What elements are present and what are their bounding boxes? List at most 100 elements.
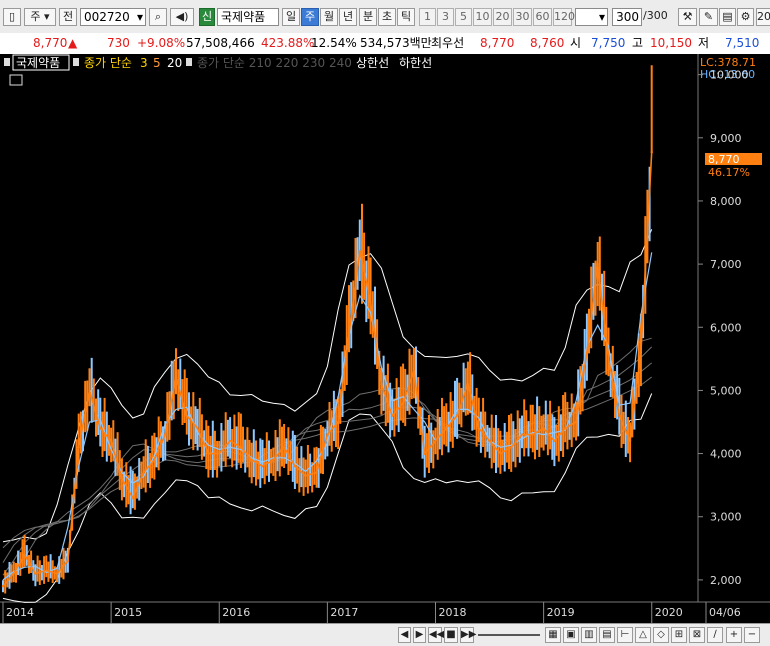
- close-price-point: [218, 452, 221, 455]
- y-tick-label: 4,000: [710, 448, 742, 461]
- x-tick-label: 2017: [330, 606, 358, 619]
- interval-10[interactable]: 10: [473, 8, 492, 26]
- period-icon[interactable]: ⊞: [671, 627, 687, 643]
- legend-stock-name: 국제약품: [16, 55, 60, 70]
- forward-button[interactable]: ▶▶: [460, 627, 476, 643]
- right-value[interactable]: 20: [756, 8, 770, 26]
- draw-icon[interactable]: ✎: [699, 8, 718, 26]
- close-price-point: [261, 465, 264, 468]
- scale-icon[interactable]: ◇: [653, 627, 669, 643]
- close-price-point: [423, 452, 426, 455]
- period-month-tab[interactable]: 월: [320, 8, 338, 26]
- close-price-point: [628, 439, 632, 443]
- close-price-point: [99, 427, 102, 430]
- legend-gray-marker-icon: [186, 58, 192, 66]
- compare-icon[interactable]: ▤: [599, 627, 615, 643]
- trend-icon[interactable]: ∕: [707, 627, 723, 643]
- rewind-button[interactable]: ◀◀: [428, 627, 444, 643]
- close-price-point: [466, 382, 470, 386]
- volume: 57,508,466: [186, 36, 255, 50]
- close-price-point: [434, 439, 437, 443]
- prev-button[interactable]: 전: [59, 8, 77, 26]
- y-tick-label: 3,000: [710, 511, 742, 524]
- close-price-point: [23, 553, 26, 556]
- scroll-track[interactable]: [478, 634, 540, 636]
- period-minute-tab[interactable]: 분: [359, 8, 377, 26]
- close-price-point: [455, 414, 459, 417]
- period-second-tab[interactable]: 초: [378, 8, 396, 26]
- close-price-point: [639, 351, 643, 354]
- interval-5[interactable]: 5: [455, 8, 472, 26]
- period-week-tab[interactable]: 주: [301, 8, 319, 26]
- close-price-point: [1, 585, 5, 588]
- close-price-point: [315, 471, 318, 474]
- measure-icon[interactable]: △: [635, 627, 651, 643]
- gear-icon[interactable]: ⚙: [737, 8, 754, 26]
- code-input[interactable]: 002720 ▾: [80, 8, 146, 26]
- period-tick-tab[interactable]: 틱: [397, 8, 415, 26]
- layout-icon[interactable]: ▥: [581, 627, 597, 643]
- x-tick-label: 2016: [222, 606, 250, 619]
- quote-bar: 8,770 ▲ 730 +9.08% 57,508,466 423.88% 12…: [0, 33, 770, 55]
- interval-60[interactable]: 60: [533, 8, 552, 26]
- close-price-point: [326, 433, 329, 436]
- view-icon[interactable]: ▦: [545, 627, 561, 643]
- close-price-point: [185, 414, 188, 417]
- fit-icon[interactable]: ⊠: [689, 627, 705, 643]
- interval-30[interactable]: 30: [513, 8, 532, 26]
- grid-icon[interactable]: [9, 74, 23, 86]
- close-price-point: [401, 401, 405, 405]
- close-price-point: [174, 376, 178, 379]
- close-price-point: [304, 474, 307, 477]
- stock-name-field[interactable]: 국제약품: [217, 8, 279, 26]
- search-icon[interactable]: ⌕: [149, 8, 167, 26]
- interval-1[interactable]: 1: [419, 8, 436, 26]
- interval-custom-input[interactable]: ▾: [575, 8, 608, 26]
- close-price-point: [553, 439, 556, 443]
- close-price-point: [596, 262, 599, 266]
- legend-ma-20: 20: [167, 56, 182, 70]
- interval-3[interactable]: 3: [437, 8, 454, 26]
- zoom-icon[interactable]: ▣: [563, 627, 579, 643]
- count-input[interactable]: 300: [612, 8, 642, 26]
- interval-20[interactable]: 20: [493, 8, 512, 26]
- price-chart[interactable]: 국제약품 종가 단순 3 5 20 종가 단순 210 220 230 240 …: [0, 54, 770, 623]
- close-price-point: [250, 458, 253, 462]
- scroll-left-button[interactable]: ◀: [398, 627, 411, 643]
- close-price-point: [585, 351, 589, 354]
- ruler-icon[interactable]: ⊢: [617, 627, 633, 643]
- close-price-point: [55, 572, 59, 575]
- close-price-point: [109, 439, 113, 443]
- close-price-point: [618, 414, 621, 417]
- close-price-point: [607, 357, 610, 360]
- scroll-right-button[interactable]: ▶: [413, 627, 426, 643]
- toolbar: ▯ 주 ▾ 전 002720 ▾ ⌕ ◀) 신 국제약품 일 주 월 년 분 초 …: [0, 0, 770, 34]
- count-total: /300: [643, 9, 668, 22]
- chart-icon[interactable]: ▯: [3, 8, 21, 26]
- close-price-point: [499, 452, 502, 455]
- chevron-down-icon[interactable]: ▾: [599, 9, 605, 25]
- speaker-icon[interactable]: ◀): [170, 8, 194, 26]
- period-year-tab[interactable]: 년: [339, 8, 357, 26]
- save-icon[interactable]: ▤: [719, 8, 736, 26]
- high-price: 10,150: [650, 36, 692, 50]
- interval-120[interactable]: 120: [553, 8, 575, 26]
- stop-button[interactable]: ■: [444, 627, 458, 643]
- trade-amount: 534,573백만: [360, 36, 432, 50]
- period-day-tab[interactable]: 일: [282, 8, 300, 26]
- up-arrow-icon: ▲: [68, 36, 78, 50]
- y-tick-label: 7,000: [710, 258, 742, 271]
- chart-area[interactable]: 국제약품 종가 단순 3 5 20 종가 단순 210 220 230 240 …: [0, 54, 770, 623]
- close-price-point: [380, 382, 383, 386]
- new-badge: 신: [199, 8, 215, 26]
- close-price-point: [239, 446, 243, 449]
- chevron-down-icon[interactable]: ▾: [137, 9, 143, 25]
- x-tick-label: 04/06: [709, 606, 741, 619]
- zoom-in-button[interactable]: +: [726, 627, 742, 643]
- tools-icon[interactable]: ⚒: [678, 8, 697, 26]
- zoom-out-button[interactable]: −: [744, 627, 760, 643]
- current-pct-label: 46.17%: [708, 166, 750, 179]
- market-select[interactable]: 주 ▾: [24, 8, 56, 26]
- y-tick-label: 2,000: [710, 574, 742, 587]
- close-price-point: [391, 414, 394, 417]
